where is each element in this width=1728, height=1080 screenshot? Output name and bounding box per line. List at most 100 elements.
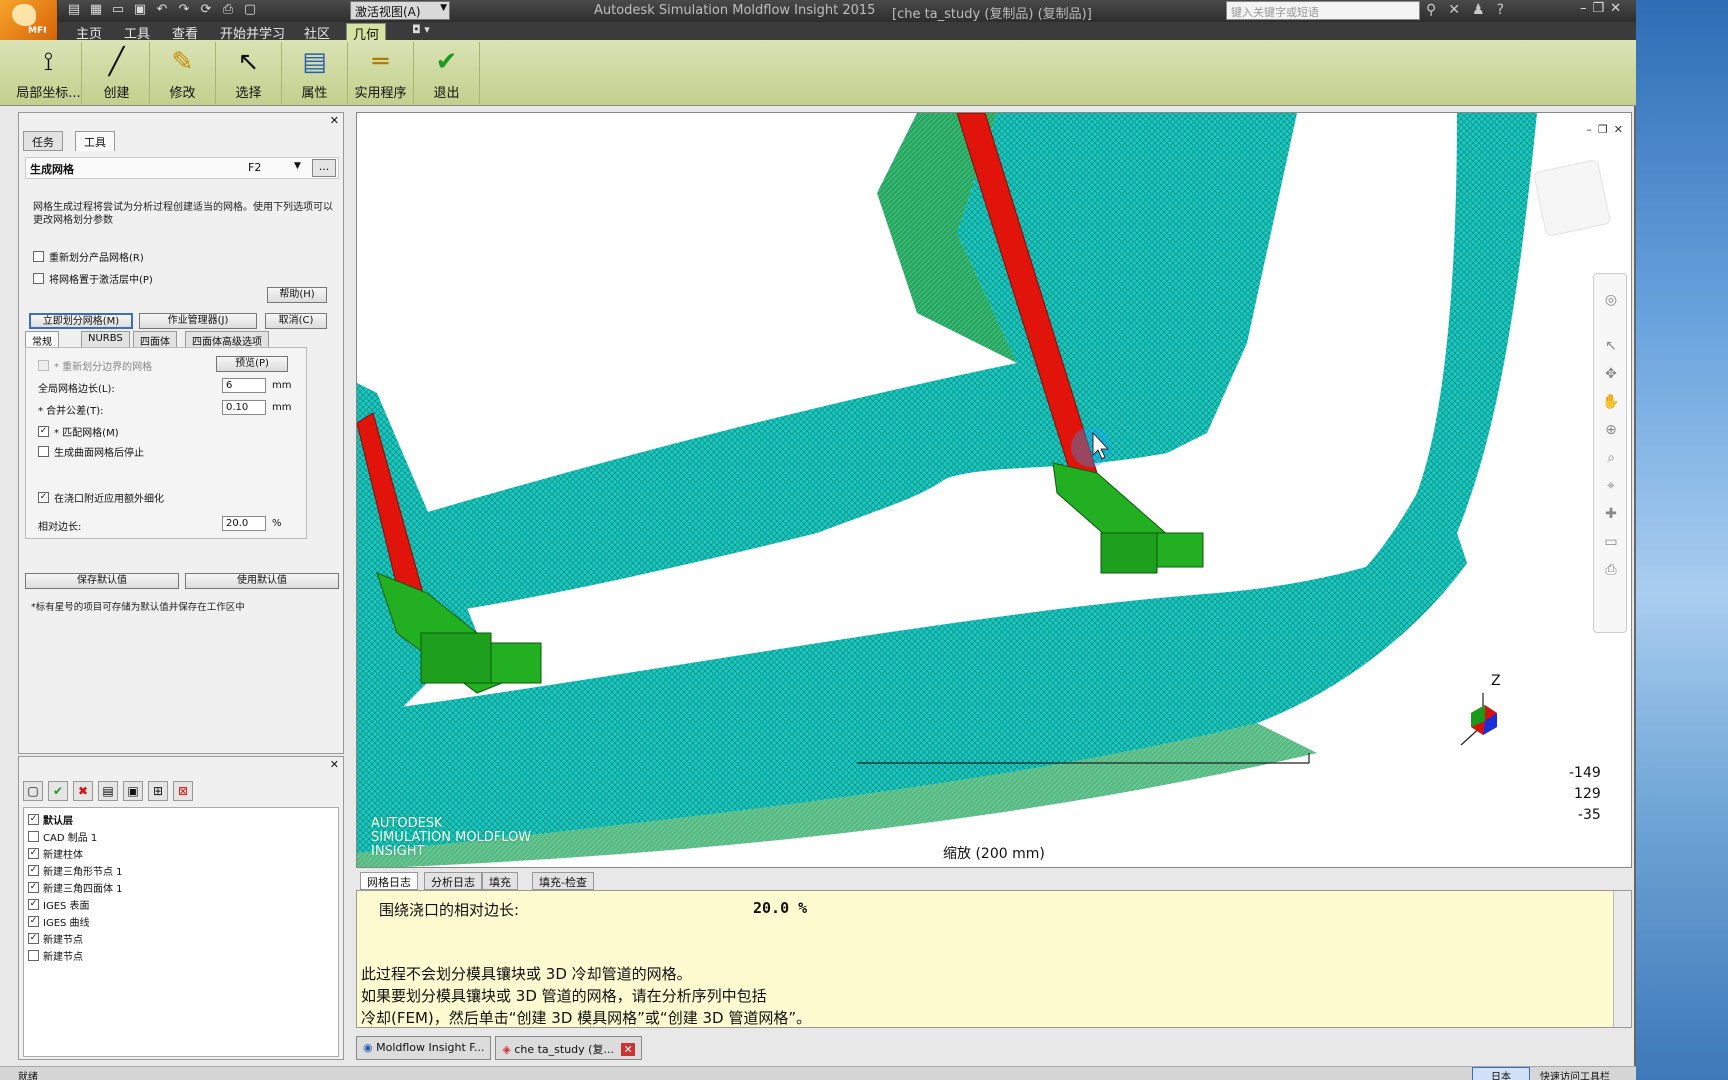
- pan-icon[interactable]: ✋: [1602, 394, 1620, 412]
- tab-tools[interactable]: 工具: [75, 131, 115, 151]
- tab-tasks[interactable]: 任务: [23, 131, 63, 151]
- print-icon[interactable]: ⎙: [1602, 562, 1620, 580]
- stop-surface-option[interactable]: 生成曲面网格后停止: [38, 444, 144, 459]
- layer-checkbox[interactable]: ✓: [28, 865, 39, 876]
- gate-refine-option[interactable]: ✓ 在浇口附近应用额外细化: [38, 490, 164, 505]
- task-study[interactable]: ◈ che ta_study (复... ✕: [495, 1036, 642, 1060]
- zoom-window-icon[interactable]: ⌕: [1602, 450, 1620, 468]
- tab-geometry[interactable]: 几何: [346, 23, 387, 43]
- layer-properties-icon[interactable]: ▤: [98, 781, 118, 801]
- job-manager-button[interactable]: 作业管理器(J): [139, 313, 257, 329]
- exit-button[interactable]: ✔ 退出: [414, 42, 480, 104]
- tab-nurbs[interactable]: NURBS: [81, 331, 130, 348]
- delete-layer-icon[interactable]: ✖: [73, 781, 93, 801]
- more-button[interactable]: ...: [312, 159, 336, 177]
- properties-button[interactable]: ▤ 属性: [282, 42, 348, 104]
- close-icon[interactable]: ✕: [621, 1043, 635, 1056]
- layer-checkbox[interactable]: ✓: [28, 933, 39, 944]
- redo-icon[interactable]: ↷: [176, 2, 192, 18]
- orbit-icon[interactable]: ✥: [1602, 366, 1620, 384]
- gate-refine-checkbox[interactable]: ✓: [38, 492, 49, 503]
- cancel-button[interactable]: 取消(C): [265, 313, 327, 329]
- user-icon[interactable]: ♟: [1472, 2, 1485, 18]
- app-menu-button[interactable]: MFI: [0, 0, 58, 40]
- active-layer-option[interactable]: 将网格置于激活层中(P): [33, 271, 153, 286]
- layer-checkbox[interactable]: ✓: [28, 814, 39, 825]
- steering-wheel-icon[interactable]: ◎: [1602, 292, 1620, 310]
- open-icon[interactable]: ▤: [66, 2, 82, 18]
- activate-layer-icon[interactable]: ✔: [48, 781, 68, 801]
- create-button[interactable]: ╱ 创建: [84, 42, 150, 104]
- tab-mesh-log[interactable]: 网格日志: [360, 872, 418, 890]
- tab-analysis-log[interactable]: 分析日志: [424, 872, 482, 890]
- list-item[interactable]: ✓ 新建三角四面体 1: [28, 880, 123, 895]
- tab-general[interactable]: 常规: [25, 331, 59, 348]
- merge-tolerance-input[interactable]: 0.10: [222, 400, 266, 415]
- layer-checkbox[interactable]: ✓: [28, 916, 39, 927]
- view-cube[interactable]: [1532, 158, 1612, 238]
- list-item[interactable]: ✓ 新建柱体: [28, 846, 83, 861]
- search-input[interactable]: 键入关键字或短语: [1226, 1, 1420, 20]
- layer-checkbox[interactable]: [28, 831, 39, 842]
- help-button[interactable]: 帮助(H): [267, 287, 327, 303]
- tab-tetra-advanced[interactable]: 四面体高级选项: [185, 331, 269, 348]
- exchange-icon[interactable]: ✕: [1448, 2, 1460, 18]
- save-defaults-button[interactable]: 保存默认值: [25, 573, 179, 589]
- layer-checkbox[interactable]: ✓: [28, 882, 39, 893]
- clear-layer-icon[interactable]: ⊠: [173, 781, 193, 801]
- minimize-icon[interactable]: –: [1586, 123, 1592, 136]
- layer-checkbox[interactable]: ✓: [28, 899, 39, 910]
- binoculars-icon[interactable]: ⚲: [1426, 2, 1436, 18]
- list-item[interactable]: ✓ 新建三角形节点 1: [28, 863, 123, 878]
- tool-shortcut[interactable]: F2: [248, 161, 261, 174]
- mesh-now-button[interactable]: 立即划分网格(M): [29, 313, 133, 329]
- layer-checkbox[interactable]: [28, 950, 39, 961]
- active-layer-checkbox[interactable]: [33, 273, 44, 284]
- local-coord-button[interactable]: ⟟ 局部坐标...: [16, 42, 82, 104]
- list-item[interactable]: ✓ 新建节点: [28, 931, 83, 946]
- zoom-in-icon[interactable]: ⊕: [1602, 422, 1620, 440]
- expand-layer-icon[interactable]: ⊞: [148, 781, 168, 801]
- match-mesh-checkbox[interactable]: ✓: [38, 426, 49, 437]
- active-view-select[interactable]: 激活视图(A) ▼: [350, 1, 450, 20]
- chevron-down-icon[interactable]: ▼: [294, 161, 301, 171]
- close-icon[interactable]: ✕: [330, 758, 339, 771]
- tab-fill-check[interactable]: 填充-检查: [532, 872, 594, 890]
- log-scrollbar[interactable]: [1613, 891, 1631, 1027]
- status-box[interactable]: 日本: [1472, 1067, 1530, 1080]
- close-icon[interactable]: ✕: [1610, 1, 1621, 16]
- center-icon[interactable]: ✚: [1602, 506, 1620, 524]
- layer-checkbox[interactable]: ✓: [28, 848, 39, 859]
- refresh-icon[interactable]: ⟳: [198, 2, 214, 18]
- properties-icon[interactable]: ▢: [242, 2, 258, 18]
- mesh-log[interactable]: 围绕浇口的相对边长: 20.0 % 此过程不会划分模具镶块或 3D 冷却管道的网…: [356, 890, 1632, 1028]
- list-item[interactable]: ✓ 默认层: [28, 812, 73, 827]
- close-icon[interactable]: ✕: [330, 114, 339, 127]
- remesh-checkbox[interactable]: [33, 251, 44, 262]
- relative-edge-input[interactable]: 20.0: [222, 516, 266, 531]
- list-item[interactable]: CAD 制品 1: [28, 829, 97, 844]
- utilities-button[interactable]: ═ 实用程序: [348, 42, 414, 104]
- modify-button[interactable]: ✎ 修改: [150, 42, 216, 104]
- minimize-icon[interactable]: –: [1580, 1, 1587, 16]
- task-moldflow[interactable]: ◉ Moldflow Insight F...: [356, 1036, 492, 1060]
- list-item[interactable]: ✓ IGES 曲线: [28, 914, 90, 929]
- tab-tetra[interactable]: 四面体: [133, 331, 177, 348]
- undo-icon[interactable]: ↶: [154, 2, 170, 18]
- match-mesh-option[interactable]: ✓ * 匹配网格(M): [38, 424, 119, 439]
- new-icon[interactable]: ▭: [110, 2, 126, 18]
- assign-layer-icon[interactable]: ▣: [123, 781, 143, 801]
- global-edge-input[interactable]: 6: [222, 378, 266, 393]
- list-item[interactable]: 新建节点: [28, 948, 83, 963]
- save-icon[interactable]: ▦: [88, 2, 104, 18]
- use-defaults-button[interactable]: 使用默认值: [185, 573, 339, 589]
- print-icon[interactable]: ⎙: [220, 2, 236, 18]
- stop-surface-checkbox[interactable]: [38, 446, 49, 457]
- camera-icon[interactable]: ◘ ▾: [412, 23, 430, 36]
- model-viewport[interactable]: – ❐ ✕ ◎ ↖ ✥ ✋ ⊕ ⌕ ⌖ ✚ ▭ ⎙ AUTODESK SIMUL…: [356, 112, 1632, 868]
- select-icon[interactable]: ↖: [1602, 338, 1620, 356]
- ruler-icon[interactable]: ▭: [1602, 534, 1620, 552]
- remesh-option[interactable]: 重新划分产品网格(R): [33, 249, 144, 264]
- close-icon[interactable]: ✕: [1614, 123, 1623, 136]
- zoom-fit-icon[interactable]: ⌖: [1602, 478, 1620, 496]
